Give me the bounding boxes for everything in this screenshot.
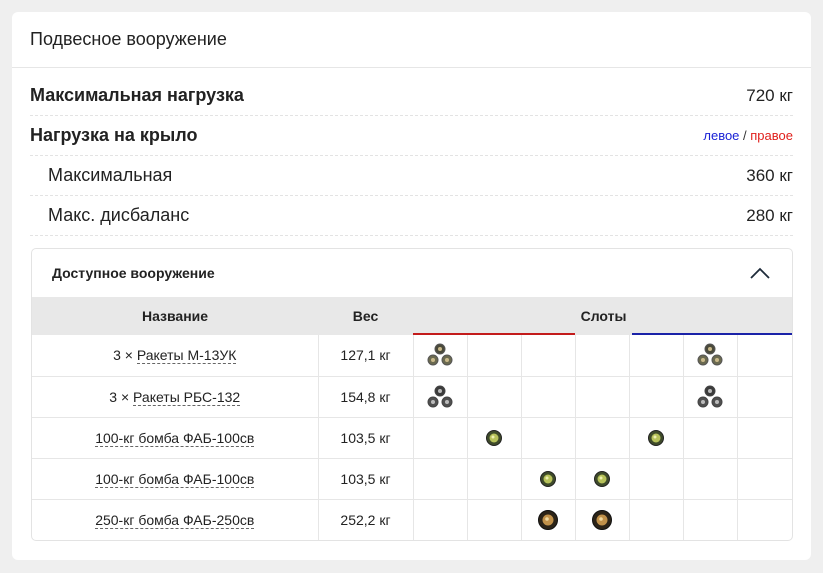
column-slots-label: Слоты <box>580 308 627 324</box>
slot-cell-3[interactable] <box>521 458 576 500</box>
max-load-label: Максимальная нагрузка <box>30 85 244 105</box>
weapon-count: 3 × <box>113 347 137 364</box>
slot-cell-5 <box>629 458 684 500</box>
weapon-weight-cell: 103,5 кг <box>318 458 414 500</box>
available-weapons-title: Доступное вооружение <box>52 265 215 281</box>
slot-cell-1[interactable] <box>413 335 468 377</box>
slot-cell-1[interactable] <box>413 376 468 418</box>
slot-cell-4 <box>575 335 630 377</box>
legend-left: левое <box>703 128 740 143</box>
bomb-small-icon <box>648 429 664 446</box>
weapon-weight-cell: 127,1 кг <box>318 335 414 377</box>
table-row: 3 × Ракеты РБС-132 154,8 кг <box>32 376 792 418</box>
left-wing-bar <box>632 333 792 335</box>
slot-cell-7 <box>737 417 792 459</box>
slot-cell-4[interactable] <box>575 458 630 500</box>
weapon-name-cell: 100-кг бомба ФАБ-100св <box>32 458 319 500</box>
slot-cell-7 <box>737 376 792 418</box>
rockets-rbs-icon <box>697 385 723 407</box>
weapon-weight-cell: 154,8 кг <box>318 376 414 418</box>
slot-cell-5 <box>629 499 684 540</box>
slot-cell-2 <box>467 499 522 540</box>
slot-cell-6[interactable] <box>683 335 738 377</box>
slot-cell-6 <box>683 499 738 540</box>
slot-cell-1 <box>413 499 468 540</box>
slot-cell-7 <box>737 458 792 500</box>
available-weapons-header[interactable]: Доступное вооружение <box>32 249 792 297</box>
column-weight: Вес <box>318 297 413 335</box>
max-wing-load-value: 360 кг <box>746 165 793 185</box>
table-row: 3 × Ракеты М-13УК 127,1 кг <box>32 335 792 377</box>
rockets-m13-icon <box>427 343 453 366</box>
slot-cell-7 <box>737 499 792 540</box>
slot-cell-1 <box>413 417 468 459</box>
slot-cell-4[interactable] <box>575 499 630 540</box>
available-weapons-panel: Доступное вооружение Название Вес Слоты … <box>31 248 793 541</box>
weapon-count: 3 × <box>109 388 134 405</box>
table-row: 250-кг бомба ФАБ-250св 252,2 кг <box>32 499 792 540</box>
weapon-name-link[interactable]: 250-кг бомба ФАБ-250св <box>95 511 255 529</box>
max-imbalance-row: Макс. дисбаланс 280 кг <box>30 196 793 236</box>
slot-cell-6[interactable] <box>683 376 738 418</box>
weapon-name-cell: 250-кг бомба ФАБ-250св <box>32 499 319 540</box>
column-name: Название <box>32 297 318 335</box>
slot-cell-6 <box>683 417 738 459</box>
weapon-name-link[interactable]: Ракеты РБС-132 <box>133 388 241 406</box>
right-wing-bar <box>413 333 575 335</box>
bomb-large-icon <box>538 509 558 530</box>
suspended-armament-card: Подвесное вооружение Максимальная нагруз… <box>12 12 811 560</box>
rockets-rbs-icon <box>427 385 453 407</box>
slot-cell-4 <box>575 417 630 459</box>
weapon-weight-cell: 252,2 кг <box>318 499 414 540</box>
bomb-small-icon <box>486 429 502 446</box>
bomb-small-icon <box>594 470 610 487</box>
slot-cell-7 <box>737 335 792 377</box>
max-imbalance-label: Макс. дисбаланс <box>48 205 190 225</box>
max-imbalance-value: 280 кг <box>746 205 793 225</box>
slot-cell-5 <box>629 335 684 377</box>
slot-cell-5 <box>629 376 684 418</box>
weapon-name-cell: 3 × Ракеты РБС-132 <box>32 376 319 418</box>
max-wing-load-label: Максимальная <box>48 165 173 185</box>
slot-cell-3[interactable] <box>521 499 576 540</box>
slot-cell-3 <box>521 335 576 377</box>
weapon-name-link[interactable]: 100-кг бомба ФАБ-100св <box>95 470 255 488</box>
slot-cell-2 <box>467 335 522 377</box>
slot-cell-3 <box>521 376 576 418</box>
table-row: 100-кг бомба ФАБ-100св 103,5 кг <box>32 417 792 459</box>
wing-legend: левое / правое <box>703 128 793 143</box>
legend-separator: / <box>739 128 751 143</box>
max-load-value: 720 кг <box>746 85 793 105</box>
bomb-large-icon <box>592 509 612 530</box>
column-slots: Слоты <box>413 297 792 335</box>
slot-cell-3 <box>521 417 576 459</box>
card-title: Подвесное вооружение <box>12 12 811 68</box>
weapon-name-cell: 100-кг бомба ФАБ-100св <box>32 417 319 459</box>
wing-load-row: Нагрузка на крыло левое / правое <box>30 116 793 156</box>
slot-cell-5[interactable] <box>629 417 684 459</box>
weapon-name-link[interactable]: Ракеты М-13УК <box>136 347 237 365</box>
max-wing-load-row: Максимальная 360 кг <box>30 156 793 196</box>
slot-cell-4 <box>575 376 630 418</box>
slot-cell-1 <box>413 458 468 500</box>
max-load-row: Максимальная нагрузка 720 кг <box>30 76 793 116</box>
slot-cell-2 <box>467 376 522 418</box>
slot-cell-6 <box>683 458 738 500</box>
table-header-row: Название Вес Слоты <box>32 297 792 335</box>
chevron-up-icon[interactable] <box>748 261 772 285</box>
rockets-m13-icon <box>697 343 723 366</box>
bomb-small-icon <box>540 470 556 487</box>
slot-cell-2 <box>467 458 522 500</box>
table-row: 100-кг бомба ФАБ-100св 103,5 кг <box>32 458 792 500</box>
wing-load-label: Нагрузка на крыло <box>30 125 198 145</box>
slot-cell-2[interactable] <box>467 417 522 459</box>
weapons-table: Название Вес Слоты 3 × Ракеты М-13УК 127,… <box>32 297 792 540</box>
legend-right: правое <box>750 128 793 143</box>
weapon-name-link[interactable]: 100-кг бомба ФАБ-100св <box>95 429 255 447</box>
weapon-name-cell: 3 × Ракеты М-13УК <box>32 335 319 377</box>
weapon-weight-cell: 103,5 кг <box>318 417 414 459</box>
